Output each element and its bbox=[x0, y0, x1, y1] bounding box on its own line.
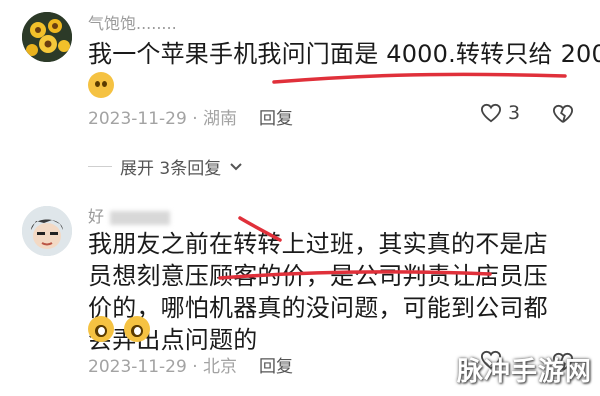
avatar[interactable] bbox=[22, 12, 72, 62]
comment-meta: 2023-11-29 · 湖南 回复 bbox=[88, 104, 293, 129]
chevron-down-icon bbox=[230, 162, 242, 170]
watermark: 脉冲手游网 bbox=[456, 357, 592, 387]
heart-icon bbox=[480, 103, 502, 123]
divider-line bbox=[88, 166, 112, 167]
like-count: 3 bbox=[508, 102, 521, 124]
blurred-username bbox=[110, 210, 171, 225]
comment-text: 我朋友之前在转转上过班，其实真的不是店员想刻意压顾客的价，是公司判责让店员压价的… bbox=[88, 230, 548, 354]
pleading-emoji-icon bbox=[88, 316, 114, 342]
pleading-emoji-icon bbox=[124, 316, 150, 342]
comment-text: 我一个苹果手机我问门面是 4000.转转只给 2000. bbox=[88, 40, 600, 68]
reply-button[interactable]: 回复 bbox=[259, 357, 293, 377]
username[interactable]: 好 bbox=[88, 203, 171, 227]
emoji-row bbox=[88, 316, 150, 342]
expand-replies-label: 展开 3条回复 bbox=[120, 159, 222, 179]
comment-date: 2023-11-29 · 湖南 bbox=[88, 109, 238, 129]
avatar[interactable] bbox=[22, 206, 72, 256]
reply-button[interactable]: 回复 bbox=[259, 109, 293, 129]
like-button[interactable]: 3 bbox=[480, 102, 520, 124]
dislike-button[interactable] bbox=[552, 104, 574, 128]
broken-heart-icon bbox=[552, 104, 574, 123]
sunflower-avatar-icon bbox=[22, 12, 72, 62]
username[interactable]: 气饱饱........ bbox=[88, 10, 177, 34]
laughing-emoji-icon bbox=[88, 72, 114, 98]
comment-meta: 2023-11-29 · 北京 回复 bbox=[88, 352, 293, 377]
cartoon-avatar-icon bbox=[22, 206, 72, 256]
expand-replies-button[interactable]: 展开 3条回复 bbox=[88, 154, 243, 179]
comment-date: 2023-11-29 · 北京 bbox=[88, 357, 238, 377]
